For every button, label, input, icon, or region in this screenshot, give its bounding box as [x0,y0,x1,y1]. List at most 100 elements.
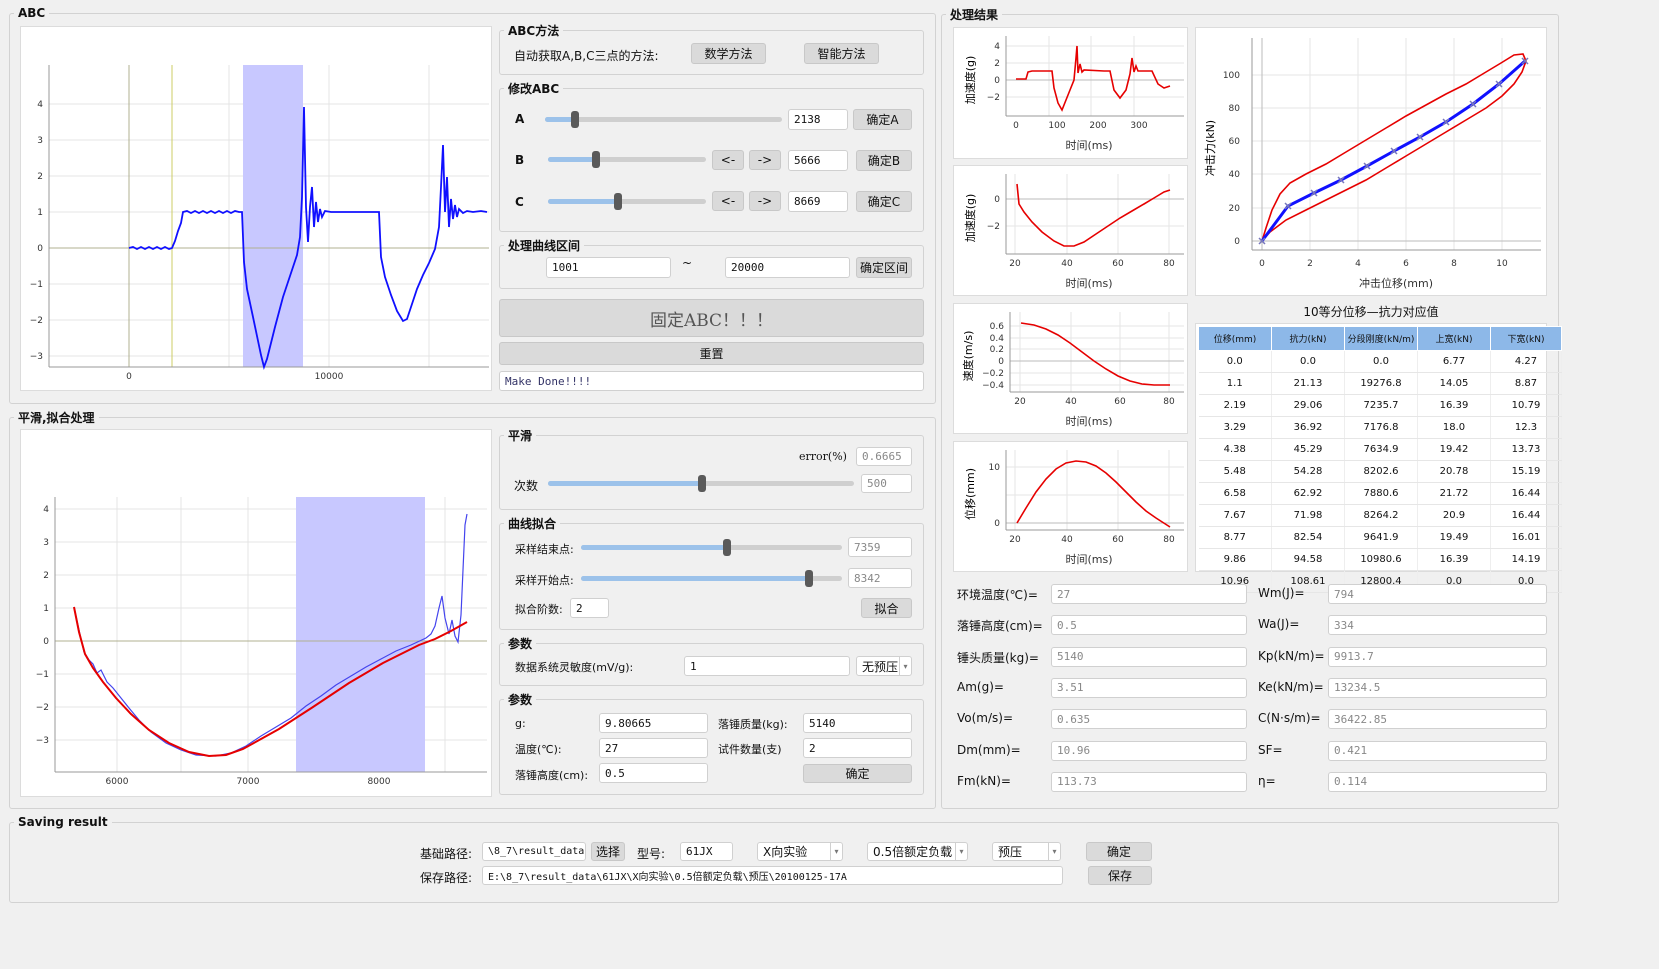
result-value-field[interactable]: 334 [1328,615,1547,636]
confirm-b-button[interactable]: 确定B [856,150,912,171]
specimen-count-input[interactable]: 2 [803,738,912,758]
table-header-cell[interactable]: 位移(mm) [1198,326,1272,351]
confirm-c-button[interactable]: 确定C [856,191,912,212]
acc-seg-x-tick: 80 [1163,259,1175,269]
result-value-field[interactable]: 0.114 [1328,771,1547,792]
result-value-field[interactable]: 9913.7 [1328,646,1547,667]
sample-end-value[interactable]: 7359 [848,537,912,557]
fit-button[interactable]: 拟合 [861,598,912,618]
fit-order-input[interactable]: 2 [570,598,609,618]
a-slider[interactable] [545,111,782,128]
abc-chart[interactable]: 4 3 2 1 0 −1 −2 −3 0 10000 [20,26,492,391]
acceleration-segment-chart[interactable]: 0 −2 20 40 60 80 时间(ms) 加速度(g) [953,165,1188,296]
smooth-chart[interactable]: 4 3 2 1 0 −1 −2 −3 6000 7000 8000 [20,429,492,797]
result-value-field[interactable]: 36422.85 [1328,709,1547,730]
a-slider-handle[interactable] [571,111,579,128]
table-row[interactable]: 0.0 0.0 0.0 6.77 4.27 [1198,350,1562,373]
result-value-field[interactable]: 794 [1328,584,1547,604]
error-label: error(%) [799,450,847,463]
table-cell: 16.39 [1417,394,1491,417]
result-label: 落锤高度(cm)= [957,619,1043,634]
math-method-button[interactable]: 数学方法 [691,43,766,64]
b-right-button[interactable]: -> [749,150,781,170]
table-cell: 6.77 [1417,350,1491,373]
result-value-field[interactable]: 113.73 [1051,771,1247,792]
choose-path-button[interactable]: 选择 [591,842,625,861]
saving-confirm-button[interactable]: 确定 [1086,842,1152,861]
times-slider-handle[interactable] [698,475,706,492]
table-row[interactable]: 3.29 36.92 7176.8 18.0 12.3 [1198,416,1562,439]
acc-full-x-label: 时间(ms) [1065,139,1112,152]
sensitivity-input[interactable]: 1 [684,656,850,676]
b-left-button[interactable]: <- [712,150,744,170]
c-slider-handle[interactable] [614,193,622,210]
table-row[interactable]: 8.77 82.54 9641.9 19.49 16.01 [1198,526,1562,549]
c-slider[interactable] [548,193,706,210]
result-label: Dm(mm)= [957,742,1021,757]
table-row[interactable]: 5.48 54.28 8202.6 20.78 15.19 [1198,460,1562,483]
sample-start-handle[interactable] [805,570,813,587]
table-row[interactable]: 2.19 29.06 7235.7 16.39 10.79 [1198,394,1562,417]
params-confirm-button[interactable]: 确定 [803,764,912,783]
load-select[interactable]: 0.5倍额定负载 ▾ [867,842,968,861]
times-value[interactable]: 500 [861,474,912,493]
save-button[interactable]: 保存 [1088,866,1152,885]
vel-y-tick: 0.6 [990,322,1005,332]
preload-mode-select[interactable]: 预压 ▾ [992,842,1061,861]
table-header-cell[interactable]: 抗力(kN) [1271,326,1345,351]
displacement-chart[interactable]: 10 0 20 40 60 80 时间(ms) 位移(mm) [953,441,1188,572]
b-slider[interactable] [548,151,706,168]
hammer-mass-input[interactable]: 5140 [803,713,912,733]
sample-start-value[interactable]: 8342 [848,568,912,588]
result-value-field[interactable]: 0.5 [1051,615,1247,636]
table-header-cell[interactable]: 上宽(kN) [1417,326,1491,351]
times-slider[interactable] [548,475,854,492]
table-cell: 7880.6 [1344,482,1418,505]
result-value-field[interactable]: 5140 [1051,646,1247,667]
a-value-input[interactable]: 2138 [788,109,848,130]
fix-abc-button[interactable]: 固定ABC！！！ [499,299,924,337]
g-input[interactable]: 9.80665 [599,713,708,733]
smart-method-button[interactable]: 智能方法 [804,43,879,64]
model-input[interactable]: 61JX [680,842,733,861]
sample-start-slider[interactable] [581,570,842,587]
table-cell: 16.39 [1417,548,1491,571]
temperature-input[interactable]: 27 [599,738,708,758]
direction-select[interactable]: X向实验 ▾ [757,842,843,861]
table-row[interactable]: 7.67 71.98 8264.2 20.9 16.44 [1198,504,1562,527]
range-end-input[interactable]: 20000 [725,257,850,278]
table-row[interactable]: 9.86 94.58 10980.6 16.39 14.19 [1198,548,1562,571]
table-row[interactable]: 1.1 21.13 19276.8 14.05 8.87 [1198,372,1562,395]
reset-button[interactable]: 重置 [499,342,924,365]
fitting-title: 曲线拟合 [508,517,557,531]
sample-end-slider[interactable] [581,539,842,556]
confirm-range-button[interactable]: 确定区间 [856,257,912,278]
c-value-input[interactable]: 8669 [788,191,848,212]
acc-full-y-tick: 0 [994,76,1000,86]
table-header-cell[interactable]: 下宽(kN) [1490,326,1562,351]
acceleration-full-chart[interactable]: 4 2 0 −2 0 100 200 300 时间(ms) 加速度(g) [953,27,1188,159]
confirm-a-button[interactable]: 确定A [853,109,912,130]
result-value-field[interactable]: 13234.5 [1328,677,1547,698]
table-cell: 16.44 [1490,482,1562,505]
result-value-field[interactable]: 0.421 [1328,740,1547,761]
table-header-cell[interactable]: 分段刚度(kN/m) [1344,326,1418,351]
b-slider-handle[interactable] [592,151,600,168]
table-row[interactable]: 6.58 62.92 7880.6 21.72 16.44 [1198,482,1562,505]
c-left-button[interactable]: <- [712,191,744,211]
result-value-field[interactable]: 3.51 [1051,677,1247,698]
velocity-chart[interactable]: 0.6 0.4 0.2 0 −0.2 −0.4 20 40 60 80 时间(m… [953,303,1188,434]
force-displacement-chart[interactable]: 100 80 60 40 20 0 0 2 4 6 8 10 冲击位移(mm) … [1195,27,1547,296]
preload-select[interactable]: 无预压 ▾ [856,656,912,676]
save-path-input[interactable]: E:\8_7\result_data\61JX\X向实验\0.5倍额定负载\预压… [482,866,1063,885]
base-path-input[interactable]: \8_7\result_data [482,842,586,861]
result-value-field[interactable]: 27 [1051,584,1247,604]
c-right-button[interactable]: -> [749,191,781,211]
result-value-field[interactable]: 10.96 [1051,740,1247,761]
table-row[interactable]: 4.38 45.29 7634.9 19.42 13.73 [1198,438,1562,461]
drop-height-input[interactable]: 0.5 [599,763,708,783]
result-value-field[interactable]: 0.635 [1051,709,1247,730]
sample-end-handle[interactable] [723,539,731,556]
range-start-input[interactable]: 1001 [546,257,671,278]
b-value-input[interactable]: 5666 [788,150,848,171]
